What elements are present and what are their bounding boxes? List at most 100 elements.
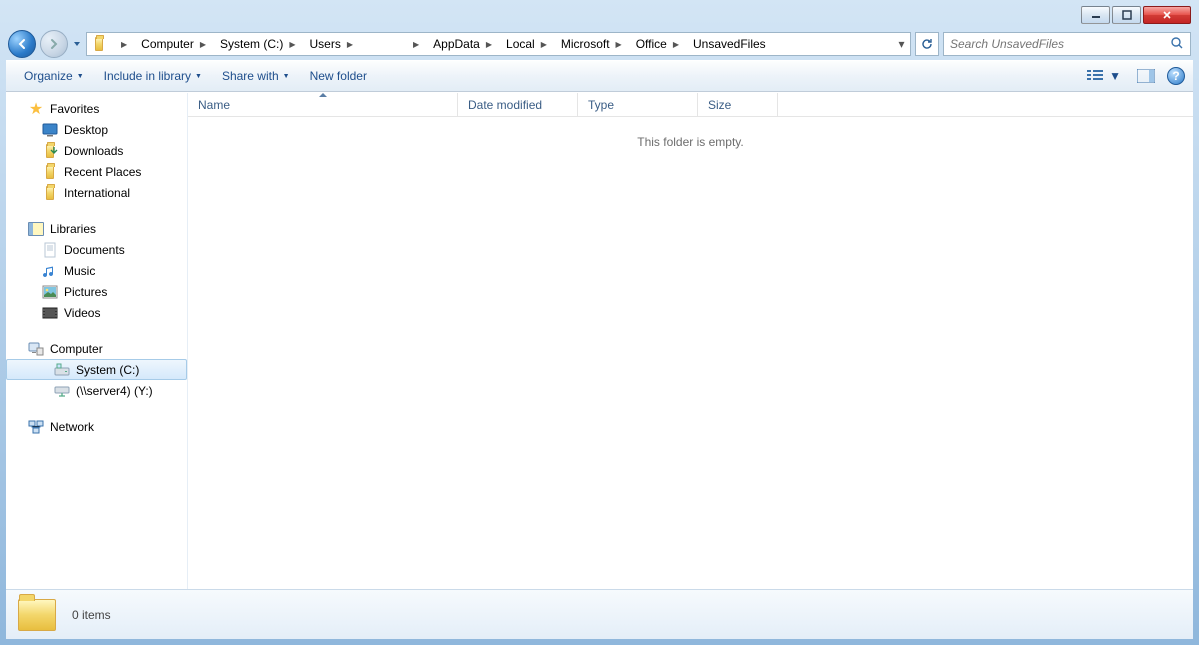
breadcrumb-label: Local (506, 37, 535, 51)
network-drive-icon (54, 383, 70, 399)
preview-pane-button[interactable] (1133, 67, 1159, 85)
breadcrumb-label: UnsavedFiles (693, 37, 766, 51)
nav-item-label: Pictures (64, 285, 107, 299)
search-icon (1170, 36, 1184, 53)
breadcrumb-item[interactable]: Computer▶ (133, 33, 212, 55)
folder-icon (91, 36, 107, 52)
column-label: Date modified (468, 98, 542, 112)
folder-icon (18, 599, 56, 631)
nav-item-recent-places[interactable]: Recent Places (6, 161, 187, 182)
organize-menu[interactable]: Organize▼ (14, 65, 94, 87)
include-in-library-menu[interactable]: Include in library▼ (94, 65, 212, 87)
search-box[interactable] (943, 32, 1191, 56)
command-bar: Organize▼ Include in library▼ Share with… (6, 60, 1193, 92)
nav-item-documents[interactable]: Documents (6, 239, 187, 260)
title-bar (6, 6, 1193, 30)
breadcrumb-label: System (C:) (220, 37, 283, 51)
column-header-modified[interactable]: Date modified (458, 93, 578, 116)
nav-group-label: Favorites (50, 102, 99, 116)
column-header-name[interactable]: Name (188, 93, 458, 116)
breadcrumb-label: Users (310, 37, 341, 51)
nav-group-label: Network (50, 420, 94, 434)
close-button[interactable] (1143, 6, 1191, 24)
minimize-button[interactable] (1081, 6, 1110, 24)
music-icon (42, 263, 58, 279)
nav-item-label: System (C:) (76, 363, 139, 377)
nav-item-label: Downloads (64, 144, 123, 158)
nav-item-label: Recent Places (64, 165, 141, 179)
network-icon (28, 419, 44, 435)
breadcrumb-root-chevron[interactable]: ▶ (107, 33, 133, 55)
breadcrumb-label: Microsoft (561, 37, 610, 51)
nav-group-label: Computer (50, 342, 103, 356)
breadcrumb-item[interactable]: UnsavedFiles (685, 33, 772, 55)
item-count: 0 items (72, 608, 111, 622)
computer-group[interactable]: Computer (6, 339, 187, 359)
change-view-button[interactable]: ▼ (1083, 67, 1125, 85)
nav-item-pictures[interactable]: Pictures (6, 281, 187, 302)
breadcrumb-item[interactable]: Office▶ (628, 33, 685, 55)
nav-item-network-drive-y[interactable]: (\\server4) (Y:) (6, 380, 187, 401)
breadcrumb-item[interactable]: Microsoft▶ (553, 33, 628, 55)
navigation-pane: ★ Favorites Desktop Downloads Recent Pla… (6, 93, 188, 589)
breadcrumb-label: Computer (141, 37, 194, 51)
refresh-button[interactable] (915, 32, 939, 56)
preview-pane-icon (1137, 69, 1155, 83)
details-pane: 0 items (6, 589, 1193, 639)
breadcrumb-item[interactable]: Local▶ (498, 33, 553, 55)
empty-folder-message: This folder is empty. (188, 117, 1193, 149)
maximize-button[interactable] (1112, 6, 1141, 24)
pictures-icon (42, 284, 58, 300)
forward-button[interactable] (40, 30, 68, 58)
favorites-group[interactable]: ★ Favorites (6, 99, 187, 119)
breadcrumb-bar[interactable]: ▶ Computer▶ System (C:)▶ Users▶ ▶ AppDat… (86, 32, 911, 56)
libraries-group[interactable]: Libraries (6, 219, 187, 239)
cmd-label: Organize (24, 69, 73, 83)
column-label: Type (588, 98, 614, 112)
nav-group-label: Libraries (50, 222, 96, 236)
cmd-label: New folder (310, 69, 367, 83)
column-headers: Name Date modified Type Size (188, 93, 1193, 117)
nav-item-music[interactable]: Music (6, 260, 187, 281)
desktop-icon (42, 122, 58, 138)
nav-item-videos[interactable]: Videos (6, 302, 187, 323)
share-with-menu[interactable]: Share with▼ (212, 65, 300, 87)
column-label: Size (708, 98, 731, 112)
nav-item-label: Desktop (64, 123, 108, 137)
help-button[interactable]: ? (1167, 67, 1185, 85)
folder-icon (42, 185, 58, 201)
nav-item-label: Music (64, 264, 95, 278)
breadcrumb-item[interactable]: System (C:)▶ (212, 33, 302, 55)
nav-item-label: Documents (64, 243, 125, 257)
breadcrumb-label: Office (636, 37, 667, 51)
network-group[interactable]: Network (6, 417, 187, 437)
cmd-label: Share with (222, 69, 279, 83)
column-label: Name (198, 98, 230, 112)
nav-item-downloads[interactable]: Downloads (6, 140, 187, 161)
recent-pages-dropdown-icon[interactable] (72, 39, 82, 49)
videos-icon (42, 305, 58, 321)
nav-item-international[interactable]: International (6, 182, 187, 203)
nav-item-desktop[interactable]: Desktop (6, 119, 187, 140)
new-folder-button[interactable]: New folder (300, 65, 377, 87)
view-icon (1087, 69, 1105, 83)
documents-icon (42, 242, 58, 258)
nav-item-label: International (64, 186, 130, 200)
breadcrumb-item[interactable]: AppData▶ (425, 33, 498, 55)
libraries-icon (28, 221, 44, 237)
address-bar: ▶ Computer▶ System (C:)▶ Users▶ ▶ AppDat… (6, 30, 1193, 60)
column-header-size[interactable]: Size (698, 93, 778, 116)
breadcrumb-item[interactable]: ▶ (359, 33, 425, 55)
breadcrumb-item[interactable]: Users▶ (302, 33, 360, 55)
computer-icon (28, 341, 44, 357)
back-button[interactable] (8, 30, 36, 58)
drive-icon (54, 362, 70, 378)
downloads-icon (42, 143, 58, 159)
recent-places-icon (42, 164, 58, 180)
nav-item-system-c[interactable]: System (C:) (6, 359, 187, 380)
column-header-type[interactable]: Type (578, 93, 698, 116)
content-pane: Name Date modified Type Size This folder… (188, 93, 1193, 589)
search-input[interactable] (950, 37, 1170, 51)
breadcrumb-history-dropdown[interactable]: ▾ (892, 33, 910, 55)
nav-item-label: (\\server4) (Y:) (76, 384, 153, 398)
